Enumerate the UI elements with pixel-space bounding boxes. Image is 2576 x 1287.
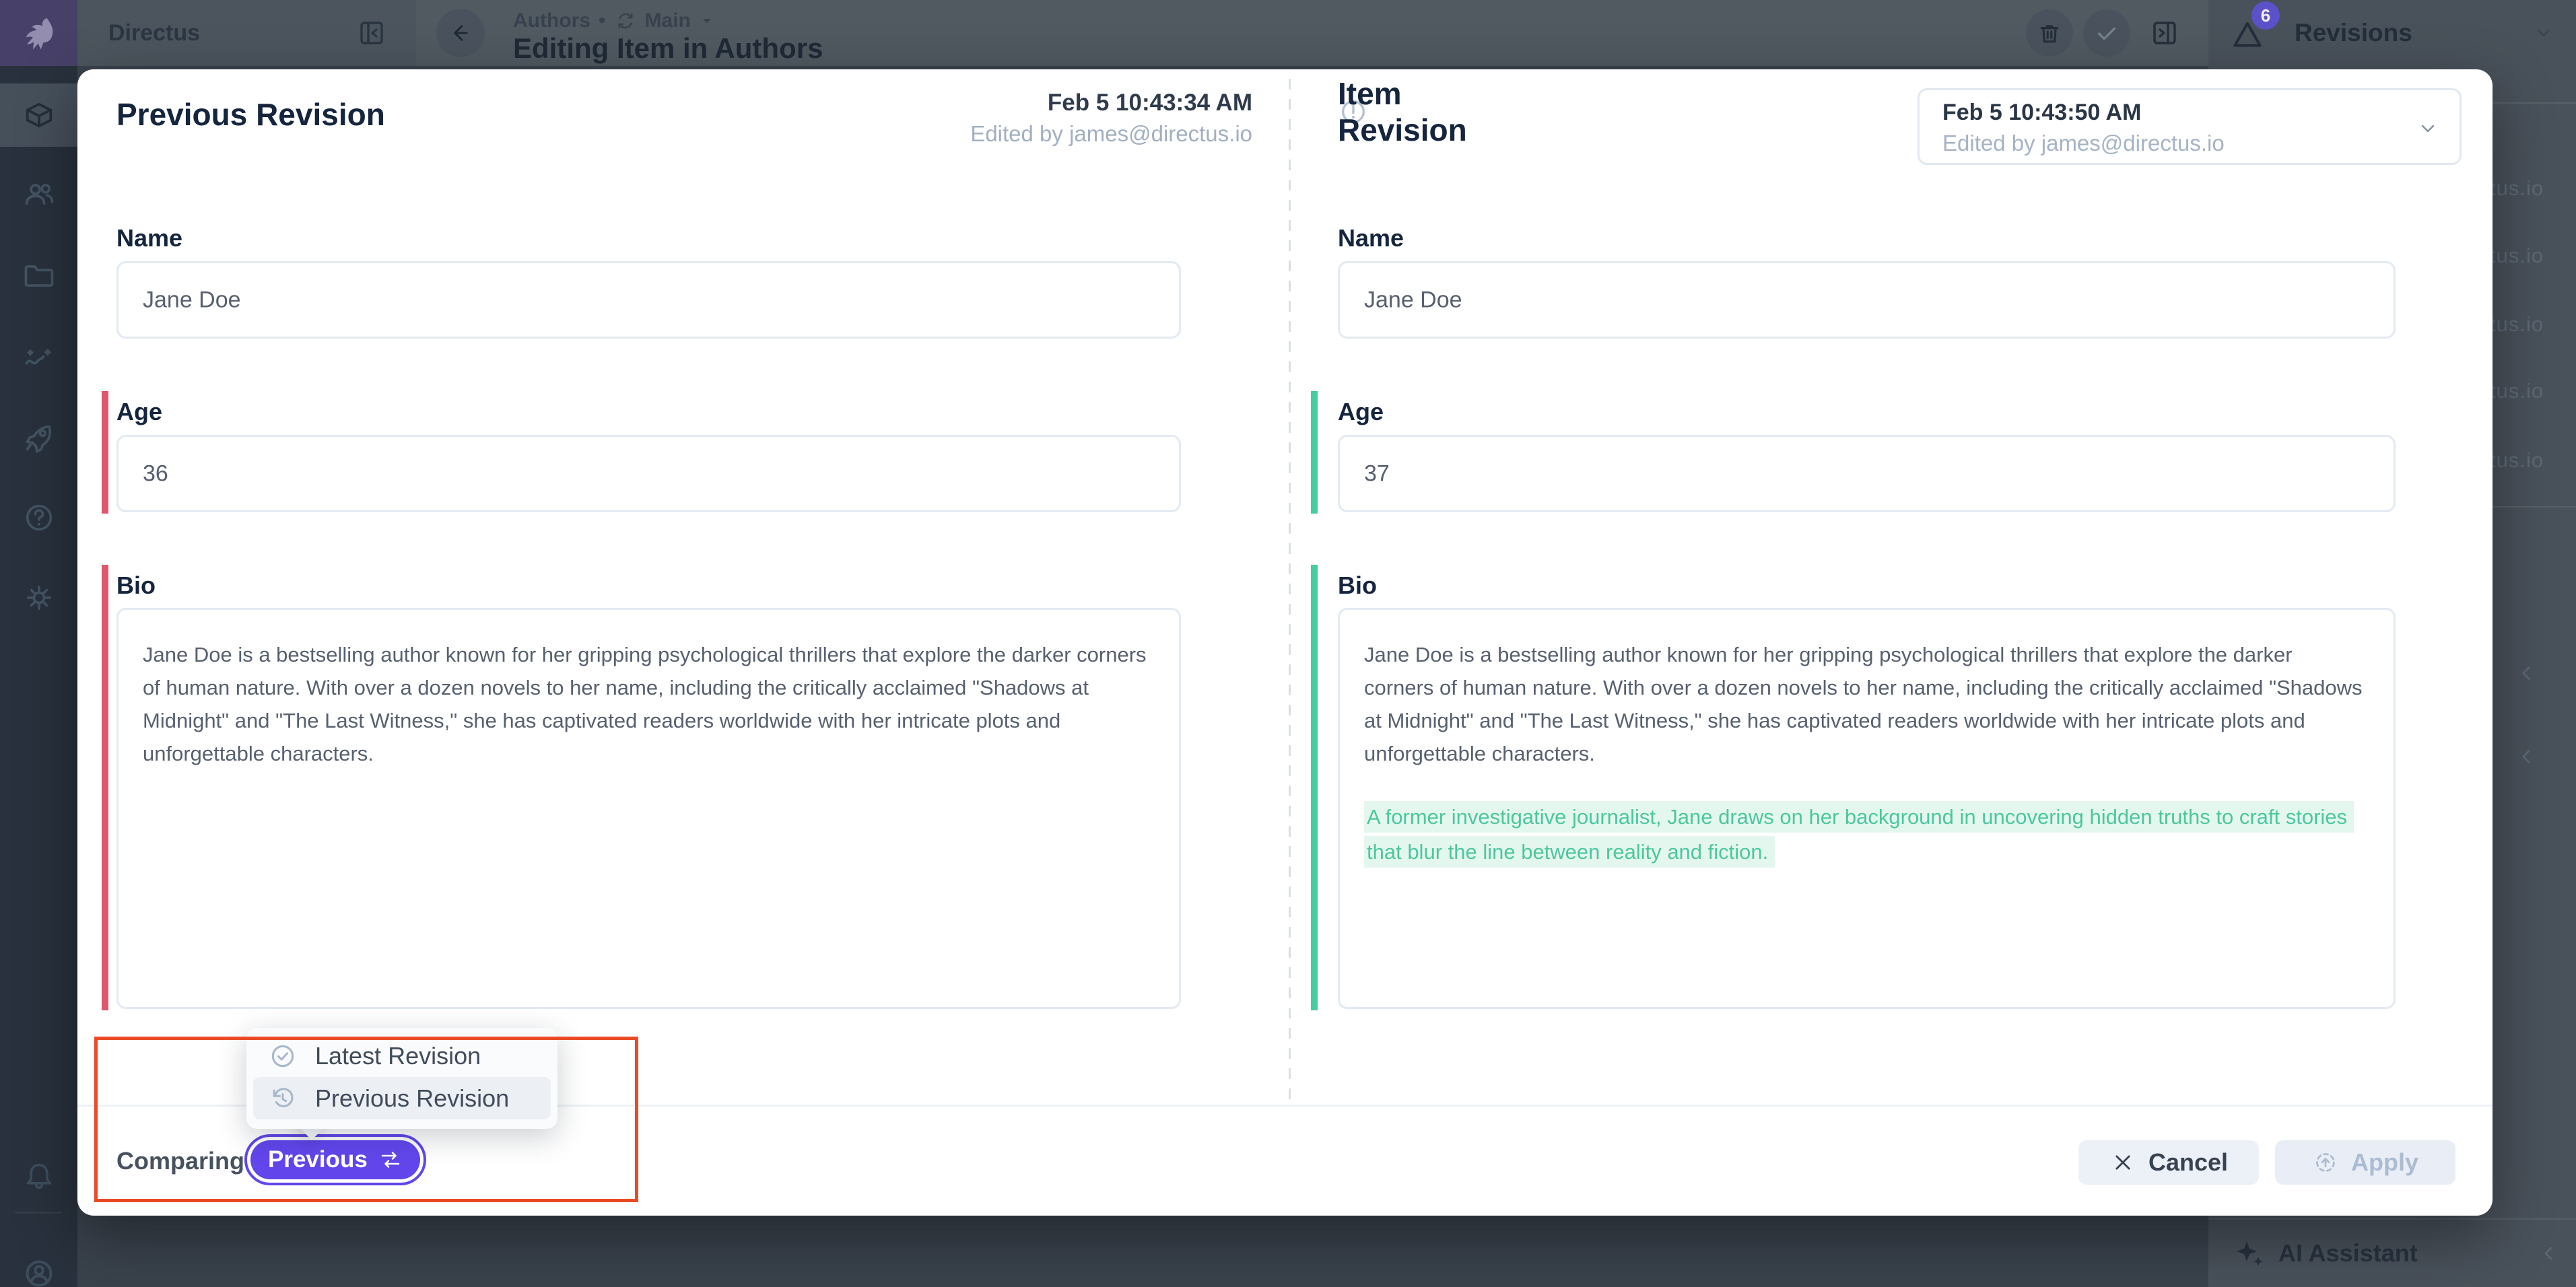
panel-divider xyxy=(1289,79,1291,1105)
module-settings-icon[interactable] xyxy=(0,566,77,629)
chevron-left-icon[interactable] xyxy=(2536,1241,2561,1266)
revision-selector-dropdown[interactable]: Feb 5 10:43:50 AM Edited by james@direct… xyxy=(1918,88,2462,165)
module-guides-icon[interactable] xyxy=(0,405,77,468)
insights-icon xyxy=(22,341,57,376)
arrow-left-icon xyxy=(446,18,475,48)
module-bar xyxy=(0,0,77,1287)
name-field-left: Jane Doe xyxy=(116,261,1181,339)
field-label-age: Age xyxy=(1338,398,1384,427)
field-label-name: Name xyxy=(1338,224,1404,254)
name-field-right: Jane Doe xyxy=(1338,261,2396,339)
users-icon xyxy=(22,176,57,211)
selected-revision-timestamp: Feb 5 10:43:50 AM xyxy=(1942,100,2141,126)
field-label-bio: Bio xyxy=(1338,571,1377,601)
bio-text: Jane Doe is a bestselling author known f… xyxy=(1364,638,2367,770)
user-avatar[interactable] xyxy=(0,1242,77,1287)
previous-revision-meta: Feb 5 10:43:34 AM Edited by james@direct… xyxy=(885,87,1252,149)
divider xyxy=(2486,102,2576,104)
gear-icon xyxy=(22,580,57,615)
module-help-icon[interactable] xyxy=(0,486,77,549)
save-button[interactable] xyxy=(2083,9,2130,57)
breadcrumb-separator: • xyxy=(599,9,606,32)
page-title: Editing Item in Authors xyxy=(513,32,823,65)
revision-item-fragment: tus.io xyxy=(2490,379,2544,403)
panel-expand-icon xyxy=(2148,17,2181,49)
chevron-left-icon[interactable] xyxy=(2513,660,2540,687)
trash-icon xyxy=(2035,18,2064,48)
rocket-icon xyxy=(22,419,57,454)
previous-revision-title: Previous Revision xyxy=(116,96,385,133)
top-header: Authors • Main Editing Item in Authors xyxy=(416,0,2208,66)
revision-item-fragment: tus.io xyxy=(2490,176,2544,201)
chevron-down-icon xyxy=(2415,116,2441,141)
chevron-down-icon[interactable] xyxy=(2532,21,2556,45)
revision-item-fragment: tus.io xyxy=(2490,244,2544,268)
age-field-left: 36 xyxy=(116,435,1181,512)
apply-button[interactable]: Apply xyxy=(2275,1140,2455,1185)
change-indicator-added xyxy=(1311,391,1318,514)
folder-icon xyxy=(22,258,57,293)
previous-revision-edited-by: Edited by james@directus.io xyxy=(885,119,1252,149)
version-icon xyxy=(614,9,637,32)
ai-assistant-bar[interactable]: AI Assistant xyxy=(2208,1218,2576,1287)
breadcrumb-version[interactable]: Main xyxy=(645,9,691,32)
breadcrumb-collection[interactable]: Authors xyxy=(513,9,590,32)
item-revision-title: Item Revision xyxy=(1338,75,1467,148)
module-files-icon[interactable] xyxy=(0,244,77,308)
chevron-down-icon xyxy=(699,13,715,29)
divider xyxy=(2486,506,2576,508)
bio-field-left: Jane Doe is a bestselling author known f… xyxy=(116,608,1181,1009)
revisions-count-badge: 6 xyxy=(2251,1,2280,30)
field-label-age: Age xyxy=(116,398,162,427)
toggle-right-sidebar-icon[interactable] xyxy=(2141,9,2188,57)
close-icon xyxy=(2109,1149,2136,1176)
help-icon xyxy=(22,500,57,535)
breadcrumb[interactable]: Authors • Main xyxy=(513,9,715,32)
previous-revision-timestamp: Feb 5 10:43:34 AM xyxy=(885,87,1252,119)
cancel-button[interactable]: Cancel xyxy=(2078,1140,2259,1185)
box-icon xyxy=(22,98,57,133)
bio-text: Jane Doe is a bestselling author known f… xyxy=(143,638,1152,770)
age-field-right: 37 xyxy=(1338,435,2396,512)
module-users-icon[interactable] xyxy=(0,162,77,225)
project-header: Directus xyxy=(77,0,416,66)
chevron-left-icon[interactable] xyxy=(2513,743,2540,770)
apply-upload-icon xyxy=(2312,1149,2339,1176)
bio-field-right: Jane Doe is a bestselling author known f… xyxy=(1338,608,2396,1009)
project-name: Directus xyxy=(108,0,200,66)
module-insights-icon[interactable] xyxy=(0,326,77,390)
avatar-icon xyxy=(20,1255,58,1287)
collapse-sidebar-icon[interactable] xyxy=(355,17,388,49)
check-icon xyxy=(2091,18,2122,48)
sparkle-icon xyxy=(2233,1237,2265,1269)
directus-logo[interactable] xyxy=(0,0,77,66)
change-indicator-removed xyxy=(102,565,108,1010)
back-button[interactable] xyxy=(436,9,485,57)
field-label-bio: Bio xyxy=(116,571,156,601)
module-content-icon[interactable] xyxy=(0,83,77,147)
revision-item-fragment: tus.io xyxy=(2490,312,2544,337)
annotation-rectangle xyxy=(94,1037,638,1202)
revisions-title: Revisions xyxy=(2295,0,2412,66)
selected-revision-edited-by: Edited by james@directus.io xyxy=(1942,131,2225,156)
notifications-bell-icon[interactable] xyxy=(0,1144,77,1208)
screen: Directus Authors • Main Editing Item in … xyxy=(0,0,2576,1287)
divider xyxy=(15,1212,62,1214)
field-label-name: Name xyxy=(116,224,182,254)
change-indicator-removed xyxy=(102,391,108,514)
revision-item-fragment: tus.io xyxy=(2490,448,2544,473)
delete-button[interactable] xyxy=(2026,9,2073,57)
ai-assistant-label: AI Assistant xyxy=(2278,1220,2418,1287)
change-indicator-added xyxy=(1311,565,1318,1010)
bio-added-text: A former investigative journalist, Jane … xyxy=(1364,800,2367,870)
revisions-header[interactable]: 6 Revisions xyxy=(2208,0,2576,66)
bell-icon xyxy=(22,1158,57,1193)
